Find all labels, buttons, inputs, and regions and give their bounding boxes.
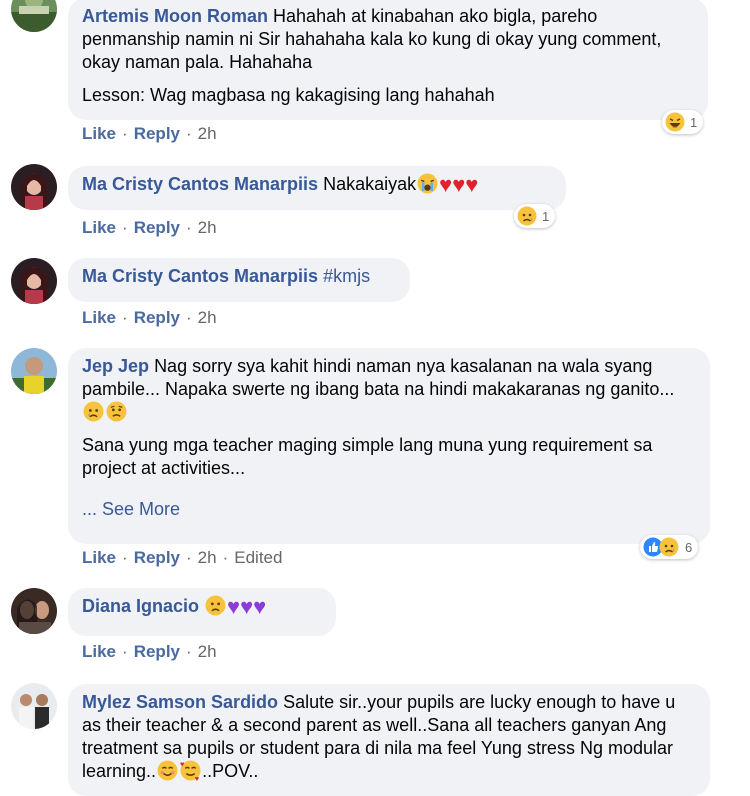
see-more-link[interactable]: ... See More <box>82 498 696 521</box>
purple-heart-icon: ♥ <box>227 594 241 619</box>
timestamp[interactable]: 2h <box>198 642 217 661</box>
like-link[interactable]: Like <box>82 548 116 567</box>
comment-bubble: Ma Cristy Cantos Manarpiis Nakakaiyak ♥♥♥ <box>68 166 566 210</box>
like-link[interactable]: Like <box>82 124 116 143</box>
comment-bubble: Diana Ignacio ♥♥♥ <box>68 588 336 636</box>
reply-link[interactable]: Reply <box>134 642 180 661</box>
reply-link[interactable]: Reply <box>134 548 180 567</box>
red-heart-icon: ♥ <box>439 172 453 197</box>
smiling-hearts-emoji-icon: ♥ ♥ <box>180 759 201 783</box>
reply-link[interactable]: Reply <box>134 124 180 143</box>
avatar[interactable] <box>11 258 57 304</box>
reaction-summary[interactable]: 1 <box>514 204 556 228</box>
reaction-count: 6 <box>685 539 693 555</box>
svg-text:♥: ♥ <box>180 760 184 768</box>
reaction-summary[interactable]: 6 <box>640 535 699 559</box>
comment-text-2: Lesson: Wag magbasa ng kakagising lang h… <box>82 85 495 105</box>
reaction-count: 1 <box>542 208 550 224</box>
reply-link[interactable]: Reply <box>134 308 180 327</box>
author-name[interactable]: Ma Cristy Cantos Manarpiis <box>82 174 318 194</box>
reaction-count: 1 <box>690 114 698 130</box>
red-heart-icon: ♥ <box>452 172 466 197</box>
avatar[interactable] <box>11 0 57 32</box>
red-heart-icon: ♥ <box>465 172 479 197</box>
author-name[interactable]: Artemis Moon Roman <box>82 6 268 26</box>
avatar[interactable] <box>11 683 57 729</box>
edited-label: Edited <box>234 548 283 567</box>
reply-link[interactable]: Reply <box>134 218 180 237</box>
author-name[interactable]: Diana Ignacio <box>82 596 199 616</box>
comment-bubble: Ma Cristy Cantos Manarpiis #kmjs <box>68 258 410 302</box>
author-name[interactable]: Mylez Samson Sardido <box>82 692 278 712</box>
timestamp[interactable]: 2h <box>198 218 217 237</box>
frowning-emoji-icon <box>205 595 226 616</box>
timestamp[interactable]: 2h <box>198 124 217 143</box>
comment-actions: Like · Reply · 2h <box>82 218 217 237</box>
comment-bubble: Mylez Samson Sardido Salute sir..your pu… <box>68 684 710 796</box>
timestamp[interactable]: 2h <box>198 308 217 327</box>
author-name[interactable]: Ma Cristy Cantos Manarpiis <box>82 266 318 286</box>
avatar[interactable] <box>11 348 57 394</box>
like-link[interactable]: Like <box>82 642 116 661</box>
laugh-emoji-icon <box>665 112 685 132</box>
crying-emoji-icon <box>83 401 104 422</box>
sad-emoji-icon <box>106 401 127 422</box>
comment-bubble: Artemis Moon Roman Hahahah at kinabahan … <box>68 0 708 120</box>
comment-actions: Like · Reply · 2h <box>82 308 217 327</box>
timestamp[interactable]: 2h <box>198 548 217 567</box>
purple-heart-icon: ♥ <box>253 594 267 619</box>
sad-emoji-icon <box>659 537 679 557</box>
purple-heart-icon: ♥ <box>240 594 254 619</box>
comment-text: #kmjs <box>323 266 371 286</box>
comment-text: Nakakaiyak <box>323 174 417 194</box>
smiling-emoji-icon <box>157 760 178 781</box>
comment-actions: Like · Reply · 2h <box>82 642 217 661</box>
comment-actions: Like · Reply · 2h · Edited <box>82 548 283 567</box>
comment-text-end: ..POV.. <box>202 761 259 781</box>
comment-bubble: Jep Jep Nag sorry sya kahit hindi naman … <box>68 348 710 544</box>
svg-text:♥: ♥ <box>195 774 199 781</box>
author-name[interactable]: Jep Jep <box>82 356 149 376</box>
comment-text-2: Sana yung mga teacher maging simple lang… <box>82 435 658 478</box>
comment-text: Nag sorry sya kahit hindi naman nya kasa… <box>82 356 680 399</box>
sad-emoji-icon <box>517 206 537 226</box>
loudly-crying-emoji-icon <box>417 173 438 194</box>
comment-actions: Like · Reply · 2h <box>82 124 217 143</box>
avatar[interactable] <box>11 164 57 210</box>
like-link[interactable]: Like <box>82 218 116 237</box>
reaction-summary[interactable]: 1 <box>662 110 704 134</box>
like-link[interactable]: Like <box>82 308 116 327</box>
avatar[interactable] <box>11 588 57 634</box>
